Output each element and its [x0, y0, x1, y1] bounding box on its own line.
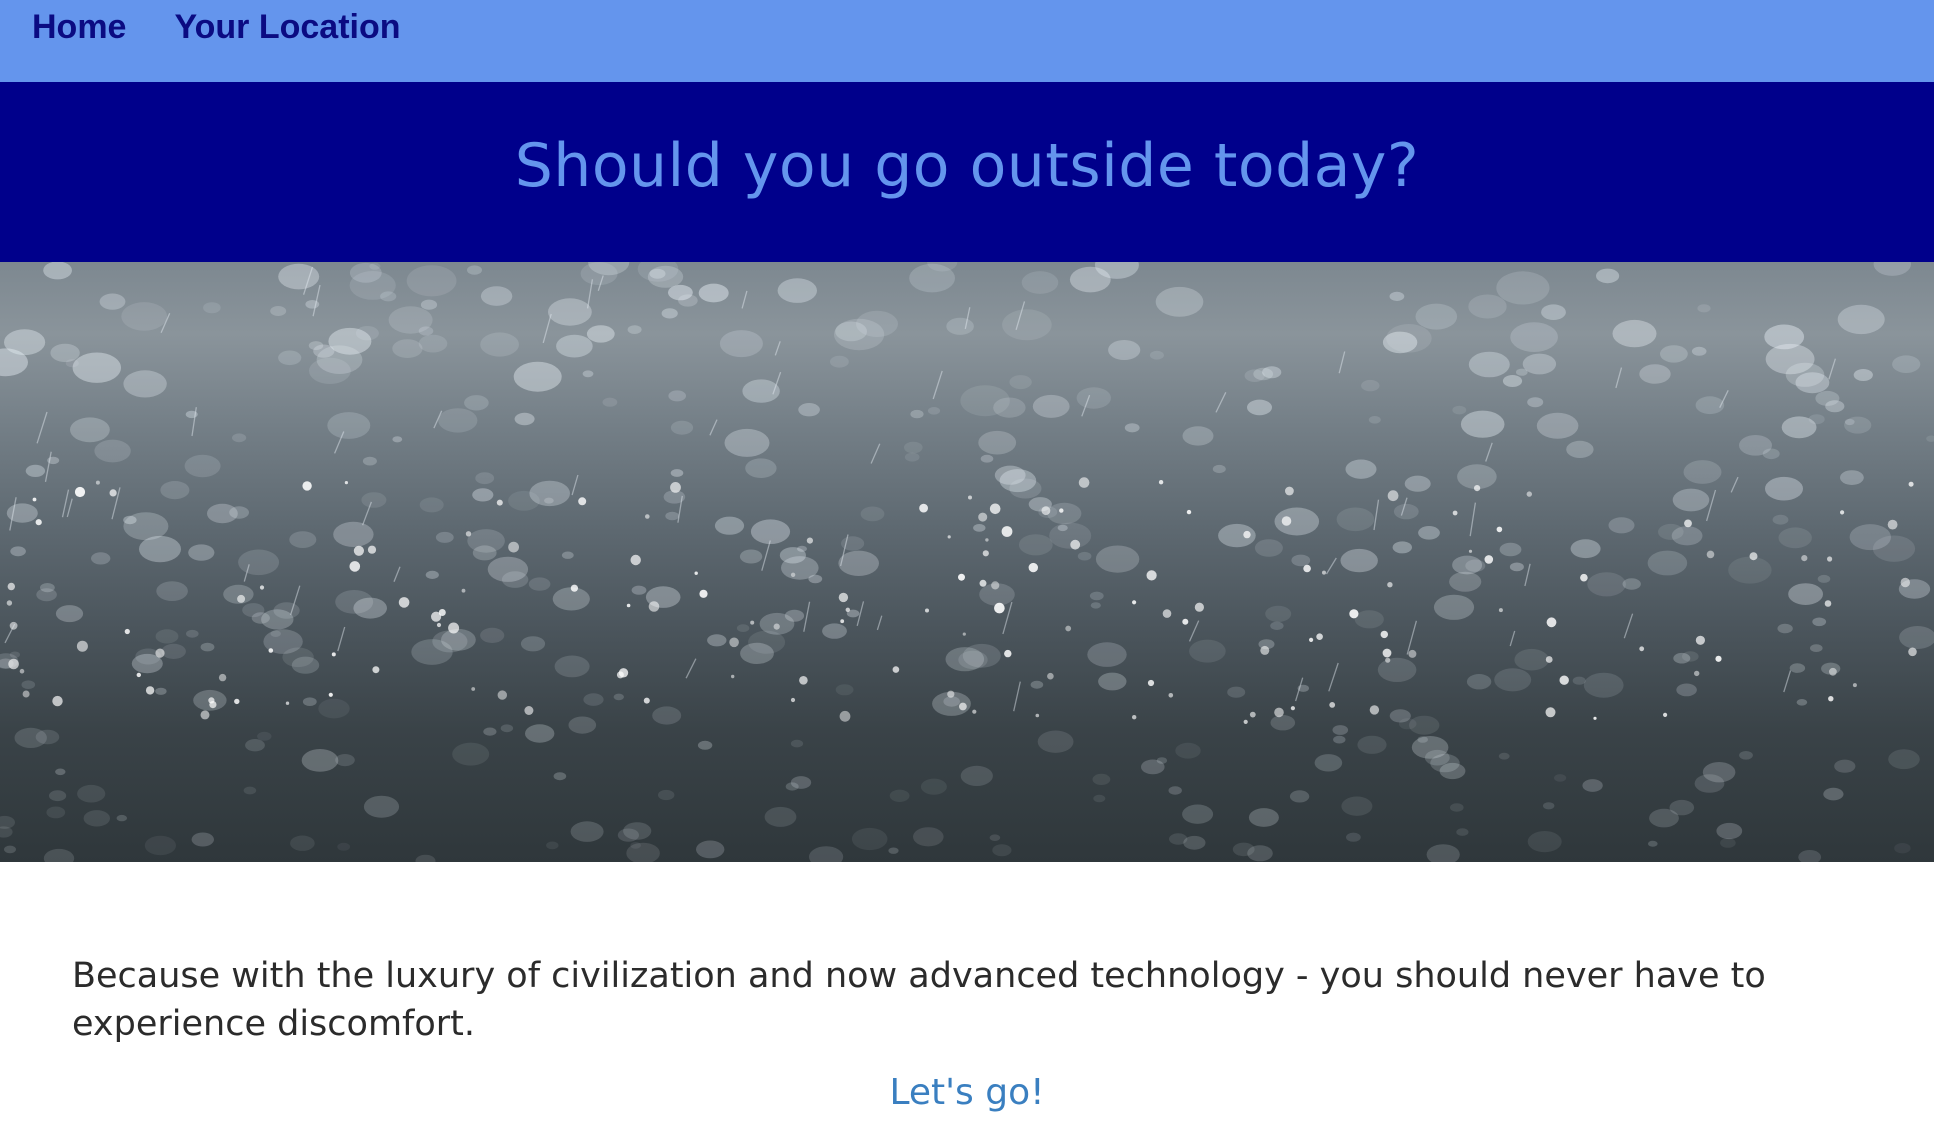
intro-paragraph: Because with the luxury of civilization … [72, 956, 1766, 1044]
rain-image-graphic [0, 262, 1934, 862]
top-nav: Home Your Location [0, 0, 1934, 82]
hero-rain-image [0, 262, 1934, 862]
page-title: Should you go outside today? [514, 131, 1420, 201]
nav-home-link[interactable]: Home [32, 0, 126, 54]
nav-your-location-link[interactable]: Your Location [174, 0, 400, 54]
lets-go-link[interactable]: Let's go! [889, 1072, 1044, 1113]
hero-header: Should you go outside today? [0, 82, 1934, 262]
cta-container: Let's go! [72, 1072, 1862, 1113]
main-content: Because with the luxury of civilization … [0, 952, 1934, 1113]
